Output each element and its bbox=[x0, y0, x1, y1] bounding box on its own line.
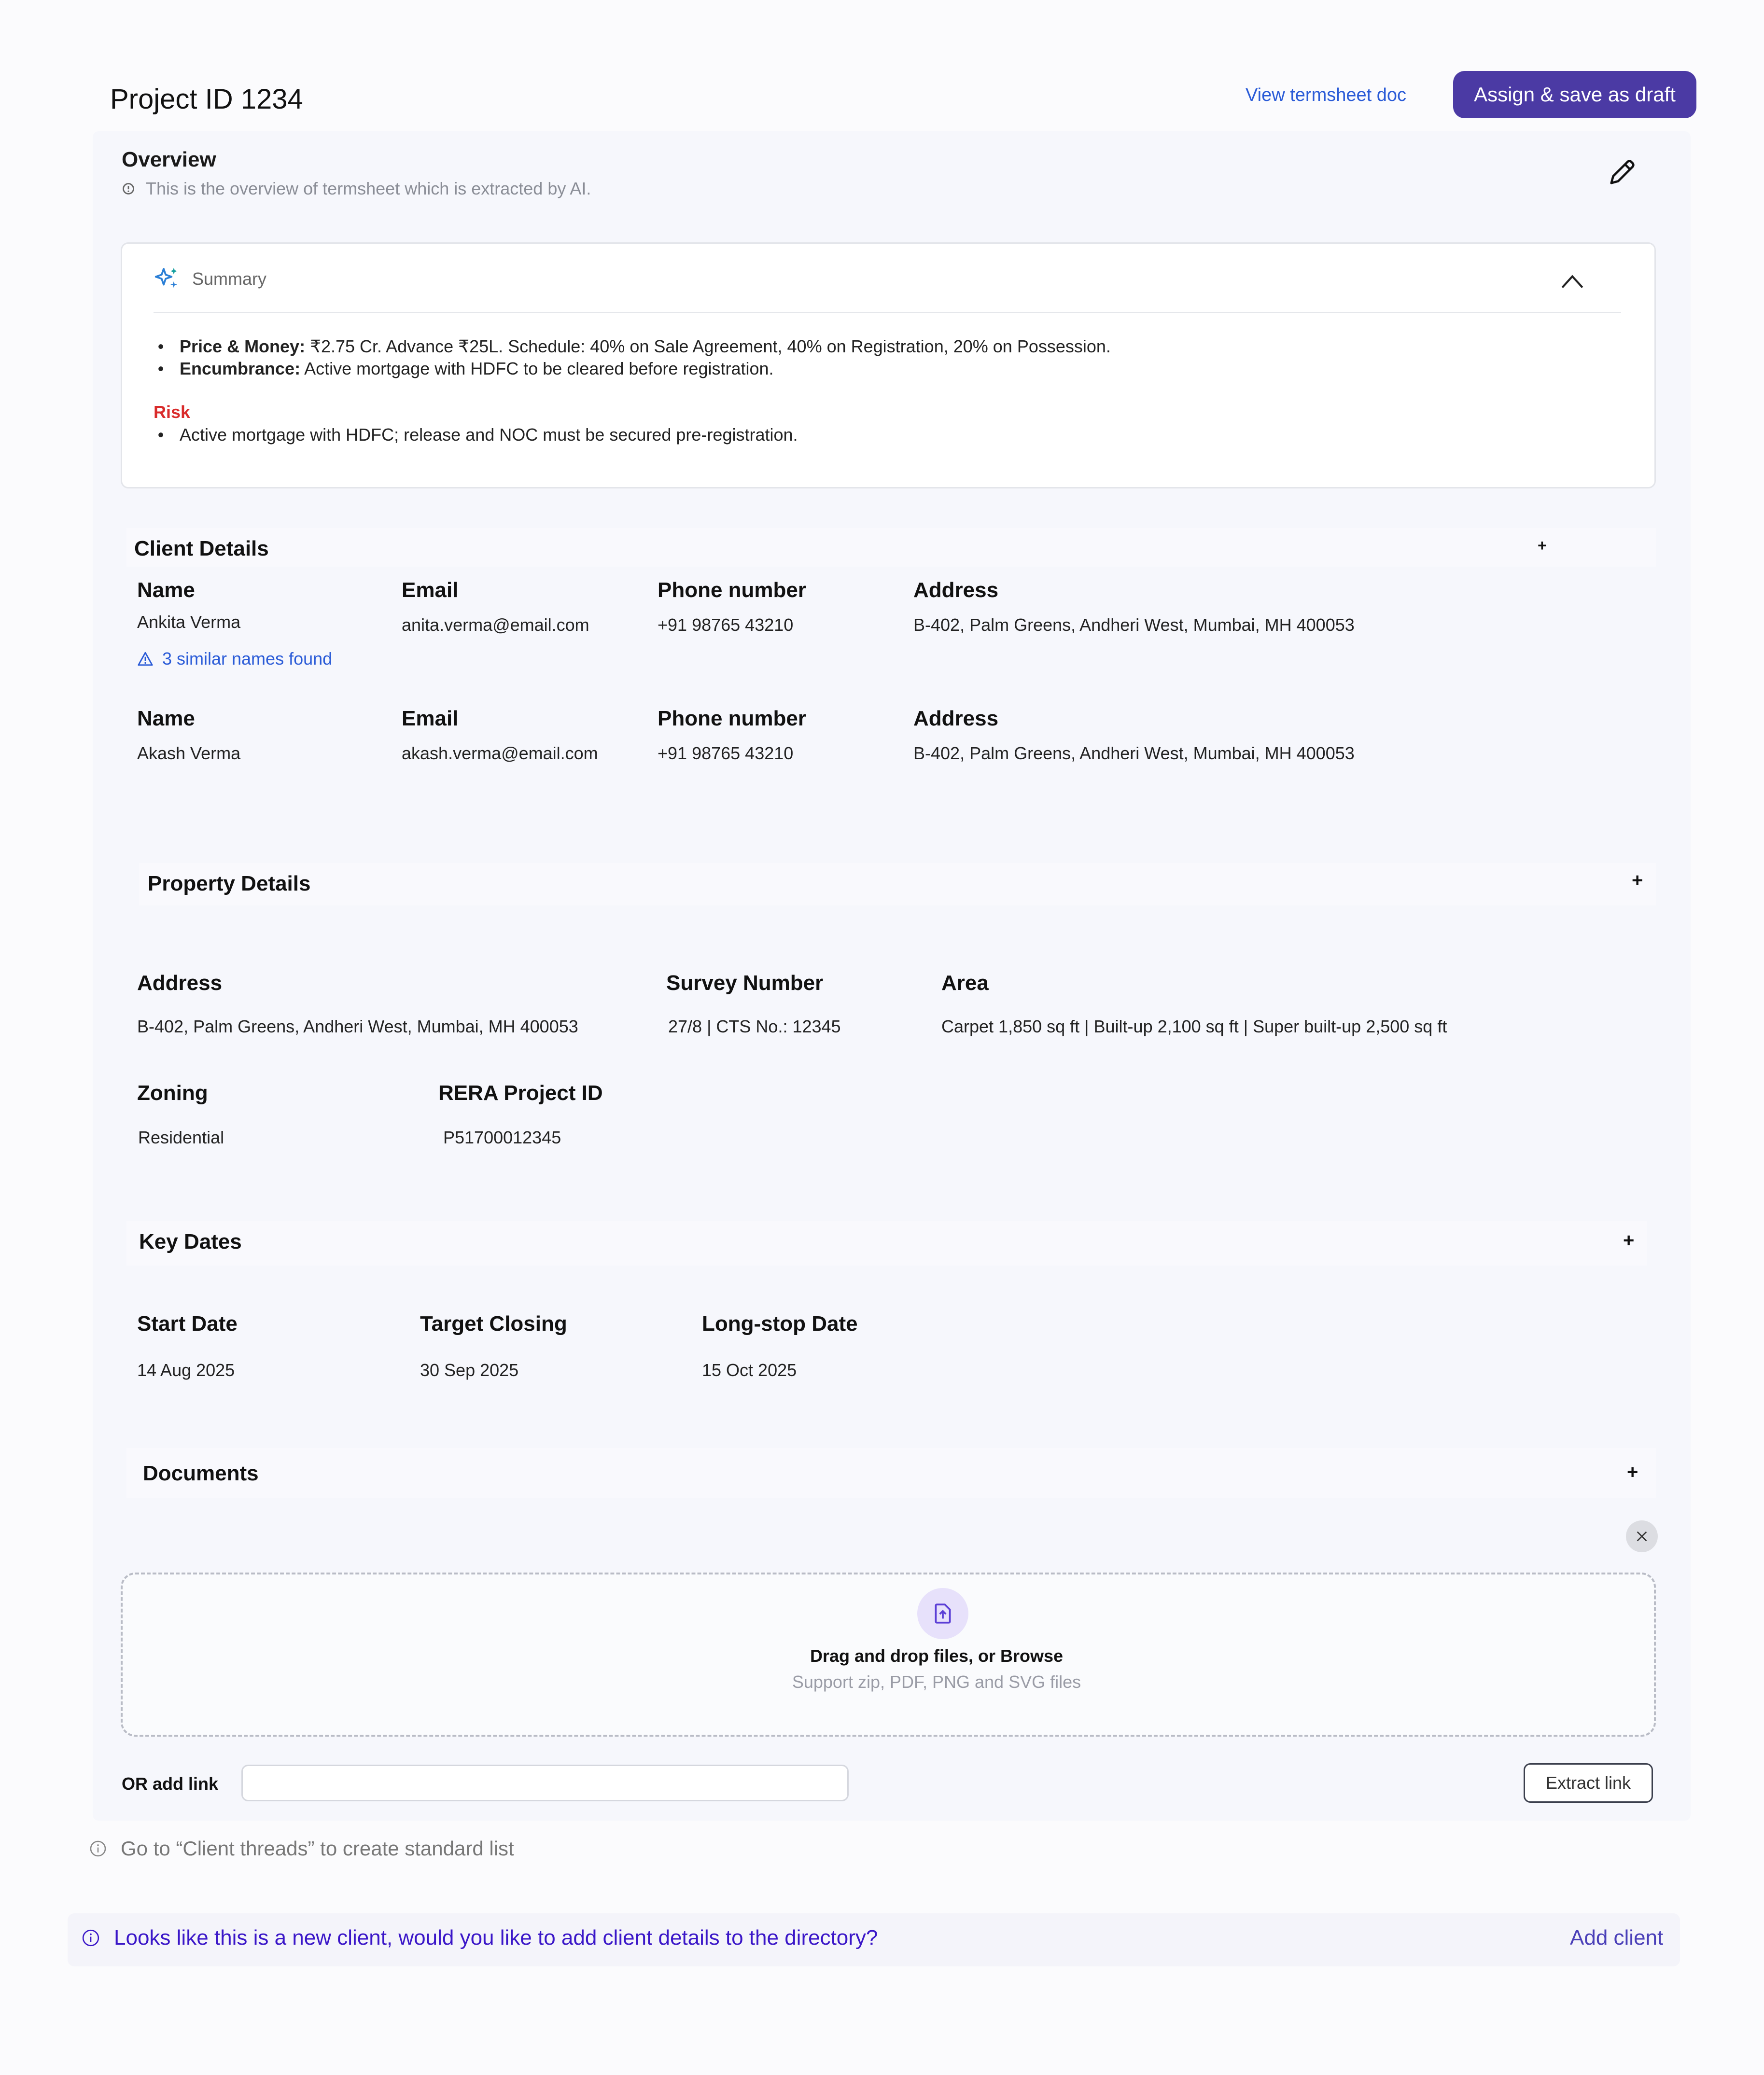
similar-names-text: 3 similar names found bbox=[162, 649, 333, 668]
summary-title: Summary bbox=[192, 269, 267, 289]
client-email: akash.verma@email.com bbox=[402, 743, 598, 763]
similar-names-link[interactable]: 3 similar names found bbox=[137, 649, 332, 669]
client-address-label: Address bbox=[913, 707, 999, 730]
client-email-label: Email bbox=[402, 707, 459, 730]
new-client-text: Looks like this is a new client, would y… bbox=[114, 1926, 878, 1950]
summary-item: • Price & Money: ₹2.75 Cr. Advance ₹25L.… bbox=[157, 336, 1111, 356]
assign-save-draft-button[interactable]: Assign & save as draft bbox=[1453, 71, 1696, 118]
new-client-message: Looks like this is a new client, would y… bbox=[81, 1926, 878, 1950]
sparkle-ai-icon bbox=[154, 267, 177, 288]
client-email: anita.verma@email.com bbox=[402, 615, 589, 635]
summary-item: • Encumbrance: Active mortgage with HDFC… bbox=[157, 359, 774, 378]
client-phone-label: Phone number bbox=[658, 707, 807, 730]
property-details-title: Property Details bbox=[148, 872, 311, 895]
add-client-link[interactable]: Add client bbox=[1570, 1926, 1663, 1950]
dropzone-title: Drag and drop files, or Browse bbox=[810, 1646, 1064, 1666]
upload-file-icon bbox=[935, 1603, 951, 1624]
extract-link-button[interactable]: Extract link bbox=[1524, 1763, 1653, 1803]
target-closing-label: Target Closing bbox=[420, 1312, 567, 1336]
client-name-label: Name bbox=[137, 578, 195, 602]
client-phone-label: Phone number bbox=[658, 578, 807, 602]
zoning-label: Zoning bbox=[137, 1081, 208, 1105]
client-name: Akash Verma bbox=[137, 743, 241, 763]
longstop-date: 15 Oct 2025 bbox=[702, 1360, 797, 1380]
client-name-label: Name bbox=[137, 707, 195, 730]
info-icon bbox=[82, 1929, 99, 1947]
upload-icon-wrap bbox=[917, 1588, 968, 1639]
survey-number: 27/8 | CTS No.: 12345 bbox=[668, 1017, 841, 1036]
page-title: Project ID 1234 bbox=[110, 84, 303, 115]
start-date-label: Start Date bbox=[137, 1312, 238, 1336]
warning-triangle-icon bbox=[138, 652, 153, 666]
client-phone: +91 98765 43210 bbox=[658, 743, 794, 763]
close-upload-button[interactable] bbox=[1626, 1520, 1658, 1552]
client-details-title: Client Details bbox=[134, 537, 269, 560]
client-email-label: Email bbox=[402, 578, 459, 602]
target-closing: 30 Sep 2025 bbox=[420, 1360, 519, 1380]
key-dates-title: Key Dates bbox=[139, 1230, 242, 1253]
zoning-value: Residential bbox=[138, 1128, 224, 1147]
property-address: B-402, Palm Greens, Andheri West, Mumbai… bbox=[137, 1017, 578, 1036]
property-address-label: Address bbox=[137, 971, 223, 995]
info-icon bbox=[90, 1840, 106, 1857]
overview-description: This is the overview of termsheet which … bbox=[122, 179, 591, 199]
link-input[interactable] bbox=[241, 1765, 849, 1801]
summary-item-label: Price & Money: bbox=[180, 336, 306, 356]
documents-title: Documents bbox=[143, 1462, 259, 1485]
summary-divider bbox=[154, 312, 1621, 313]
summary-item-text: ₹2.75 Cr. Advance ₹25L. Schedule: 40% on… bbox=[305, 336, 1111, 356]
property-details-add-button[interactable]: + bbox=[1632, 870, 1643, 891]
close-icon bbox=[1637, 1531, 1647, 1542]
risk-item: • Active mortgage with HDFC; release and… bbox=[154, 424, 798, 446]
client-address-label: Address bbox=[913, 578, 999, 602]
overview-description-text: This is the overview of termsheet which … bbox=[146, 179, 591, 198]
chevron-up-icon[interactable] bbox=[1560, 273, 1584, 290]
view-termsheet-link[interactable]: View termsheet doc bbox=[1246, 85, 1406, 106]
client-address: B-402, Palm Greens, Andheri West, Mumbai… bbox=[913, 743, 1355, 763]
client-details-header bbox=[126, 528, 1656, 567]
survey-number-label: Survey Number bbox=[666, 971, 824, 995]
risk-item-text: Active mortgage with HDFC; release and N… bbox=[180, 425, 798, 445]
start-date: 14 Aug 2025 bbox=[137, 1360, 235, 1380]
summary-item-label: Encumbrance: bbox=[180, 359, 301, 378]
rera-value: P51700012345 bbox=[443, 1128, 561, 1147]
key-dates-add-button[interactable]: + bbox=[1623, 1230, 1634, 1252]
area-value: Carpet 1,850 sq ft | Built-up 2,100 sq f… bbox=[941, 1017, 1447, 1036]
goto-client-threads-note: Go to “Client threads” to create standar… bbox=[89, 1837, 514, 1860]
longstop-date-label: Long-stop Date bbox=[702, 1312, 858, 1336]
client-address: B-402, Palm Greens, Andheri West, Mumbai… bbox=[913, 615, 1355, 635]
client-phone: +91 98765 43210 bbox=[658, 615, 794, 635]
summary-list: • Price & Money: ₹2.75 Cr. Advance ₹25L.… bbox=[154, 335, 1602, 380]
goto-note-text: Go to “Client threads” to create standar… bbox=[121, 1837, 514, 1860]
summary-header[interactable]: Summary bbox=[154, 265, 266, 292]
key-dates-header bbox=[126, 1221, 1647, 1266]
risk-label: Risk bbox=[154, 402, 191, 422]
or-add-link-label: OR add link bbox=[122, 1774, 219, 1794]
client-name: Ankita Verma bbox=[137, 612, 241, 632]
documents-add-button[interactable]: + bbox=[1627, 1462, 1638, 1483]
rera-label: RERA Project ID bbox=[438, 1081, 603, 1105]
property-details-header bbox=[139, 863, 1656, 905]
summary-item-text: Active mortgage with HDFC to be cleared … bbox=[300, 359, 774, 378]
documents-header bbox=[126, 1448, 1656, 1498]
client-details-add-button[interactable]: + bbox=[1538, 537, 1547, 555]
overview-title: Overview bbox=[122, 148, 216, 171]
info-icon bbox=[123, 183, 134, 195]
dropzone-subtitle: Support zip, PDF, PNG and SVG files bbox=[792, 1672, 1081, 1692]
edit-pencil-icon[interactable] bbox=[1608, 157, 1638, 187]
area-label: Area bbox=[941, 971, 989, 995]
